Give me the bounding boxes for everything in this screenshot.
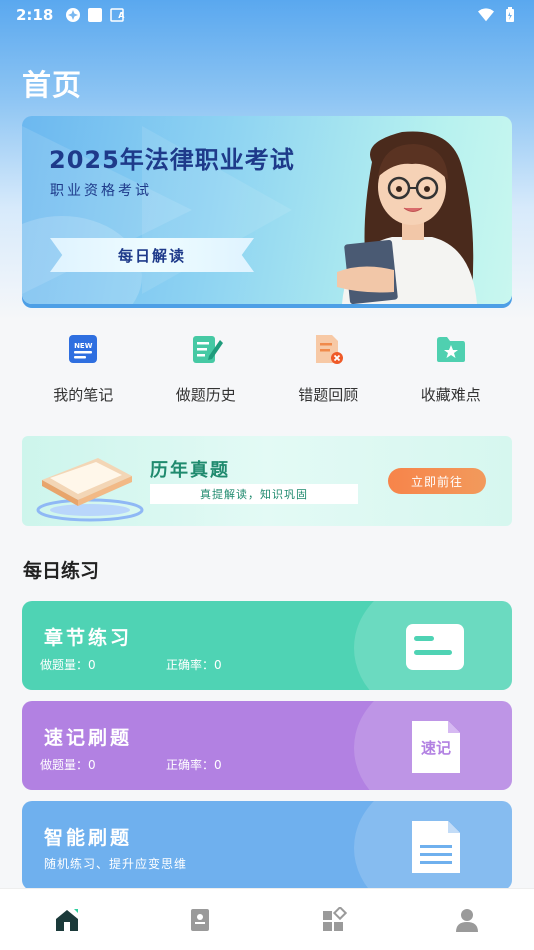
section-title: 每日练习 [23, 560, 100, 582]
book-illustration [36, 458, 144, 522]
exam-book-icon [191, 908, 210, 931]
home-icon [55, 908, 78, 931]
accuracy-rate: 正确率：0 [166, 658, 222, 672]
teacher-illustration [337, 131, 477, 304]
status-bar: 2:18 A [0, 0, 534, 30]
quick-item-notes[interactable]: NEW 我的笔记 [22, 330, 145, 410]
quick-item-history[interactable]: 做题历史 [145, 330, 268, 410]
card-title: 章节练习 [44, 627, 133, 649]
chapter-practice-card[interactable]: 章节练习 做题量：0 正确率：0 [22, 601, 512, 690]
a-badge-label: A [118, 10, 125, 20]
quick-item-favorites[interactable]: 收藏难点 [390, 330, 513, 410]
banner-subtitle: 职业资格考试 [50, 183, 152, 199]
new-badge: NEW [74, 342, 93, 350]
accuracy-rate: 正确率：0 [166, 758, 222, 772]
wifi-icon [478, 7, 494, 23]
card-icon [406, 624, 464, 670]
card-title: 速记刷题 [44, 727, 133, 749]
document-icon [412, 821, 460, 873]
go-now-button[interactable]: 立即前往 [388, 468, 486, 494]
page-title: 首页 [22, 68, 83, 102]
banner-title: 2025年法律职业考试 [49, 146, 295, 174]
smart-practice-card[interactable]: 智能刷题 随机练习、提升应变思维 [22, 801, 512, 890]
quick-label: 收藏难点 [420, 386, 481, 404]
quick-label: 做题历史 [175, 386, 236, 404]
quick-memo-card[interactable]: 速记刷题 做题量：0 正确率：0 速记 [22, 701, 512, 790]
question-count: 做题量：0 [40, 758, 96, 772]
past-exams-title: 历年真题 [150, 460, 230, 481]
nav-apps[interactable] [267, 889, 401, 950]
status-time: 2:18 [16, 6, 54, 24]
sync-icon [65, 7, 81, 23]
wrong-question-icon [316, 335, 344, 364]
quick-item-wrong-review[interactable]: 错题回顾 [267, 330, 390, 410]
nav-exam[interactable] [134, 889, 268, 950]
quick-label: 我的笔记 [53, 386, 114, 404]
apps-grid-icon [322, 906, 347, 931]
app-square-icon [87, 7, 103, 23]
quick-actions: NEW 我的笔记 做题历史 错题回顾 收藏难点 [22, 330, 512, 410]
quick-memo-icon: 速记 [404, 719, 466, 775]
history-edit-icon [192, 336, 223, 363]
favorite-folder-icon [436, 337, 465, 362]
past-exams-card[interactable]: 历年真题 真提解读，知识巩固 立即前往 [22, 436, 512, 526]
nav-profile[interactable] [401, 889, 534, 950]
card-title: 智能刷题 [44, 827, 133, 849]
nav-home[interactable] [0, 889, 134, 950]
card-description: 随机练习、提升应变思维 [44, 857, 188, 871]
question-count: 做题量：0 [40, 658, 96, 672]
promo-banner[interactable]: 2025年法律职业考试 职业资格考试 每日解读 [22, 116, 512, 304]
past-exams-subtitle: 真提解读，知识巩固 [150, 484, 358, 504]
bottom-nav [0, 888, 534, 950]
quick-label: 错题回顾 [298, 386, 359, 404]
profile-icon [456, 908, 479, 932]
daily-reading-button[interactable]: 每日解读 [50, 238, 254, 272]
quick-memo-icon-text: 速记 [420, 739, 451, 757]
battery-icon [502, 7, 518, 23]
